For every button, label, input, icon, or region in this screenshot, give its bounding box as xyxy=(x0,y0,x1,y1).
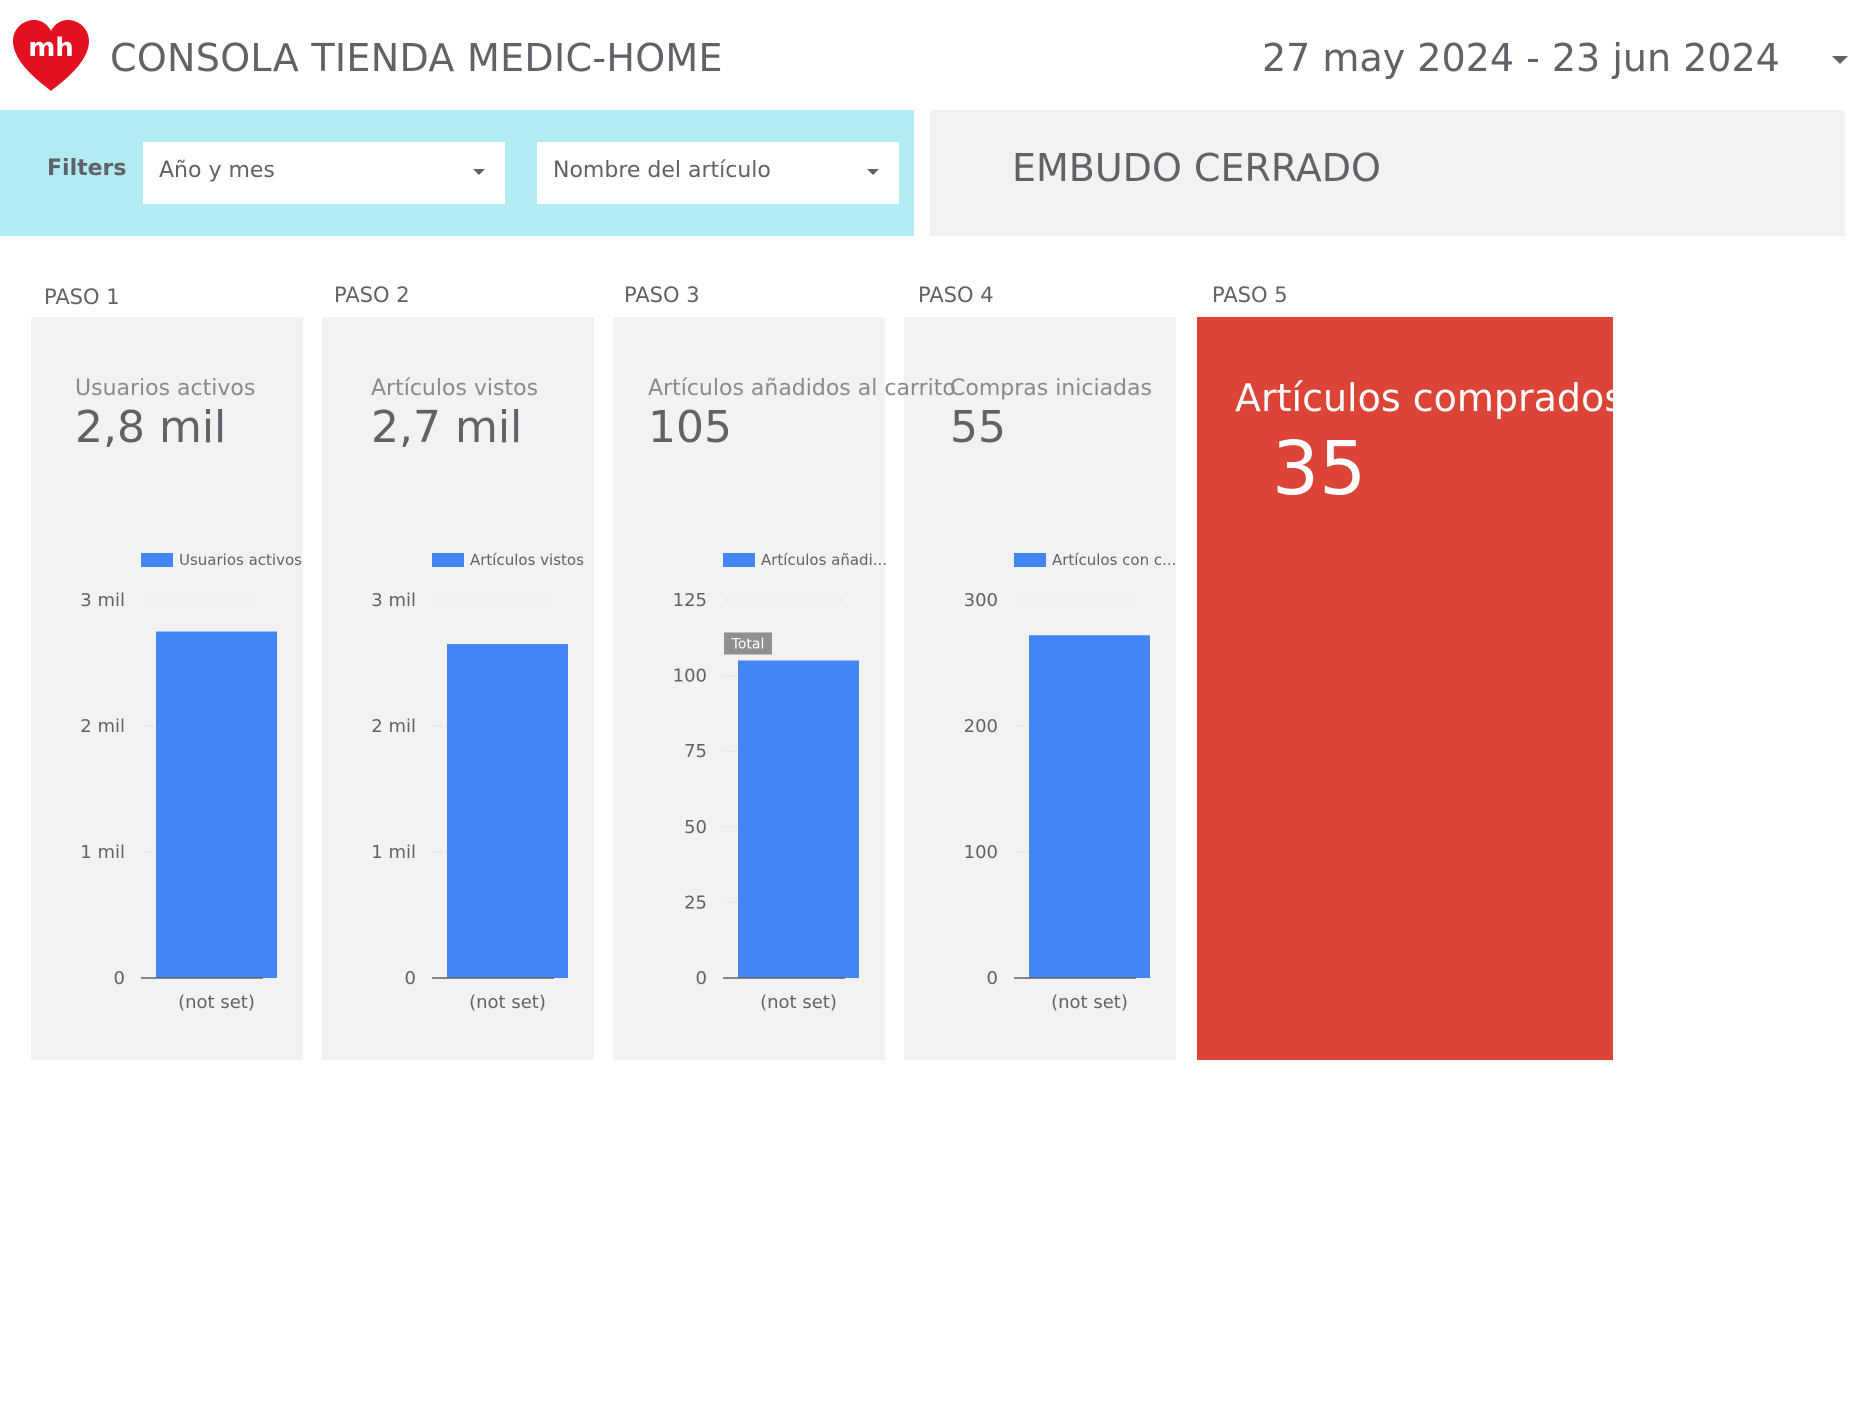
y-tick-label: 0 xyxy=(405,968,416,989)
y-tick-label: 2 mil xyxy=(80,716,125,737)
legend-label: Usuarios activos xyxy=(179,551,302,569)
date-range-picker[interactable]: 27 may 2024 - 23 jun 2024 xyxy=(1262,36,1780,80)
step-label-5: PASO 5 xyxy=(1212,283,1288,307)
y-tick-label: 300 xyxy=(964,590,998,611)
x-category-label: (not set) xyxy=(760,992,837,1013)
step-card-5 xyxy=(1197,317,1613,1060)
legend-label: Artículos añadi... xyxy=(761,551,887,569)
kpi-value: 35 xyxy=(1272,426,1367,512)
kpi-label: Usuarios activos xyxy=(75,376,256,401)
bar-chart-usuarios-activos: Usuarios activos 0 1 mil 2 mil 3 mil (not set… xyxy=(80,551,302,1013)
y-tick-label: 25 xyxy=(684,892,707,913)
step-label-4: PASO 4 xyxy=(918,283,994,307)
kpi-value: 2,7 mil xyxy=(371,402,523,453)
filter-year-month-dropdown[interactable]: Año y mes xyxy=(143,142,505,204)
logo-text: mh xyxy=(28,33,74,63)
dropdown-label: Año y mes xyxy=(159,158,275,183)
step-label-3: PASO 3 xyxy=(624,283,700,307)
x-category-label: (not set) xyxy=(469,992,546,1013)
bar xyxy=(1029,635,1150,978)
kpi-label: Artículos añadidos al carrito xyxy=(648,376,956,401)
y-tick-label: 75 xyxy=(684,741,707,762)
bar xyxy=(447,644,568,978)
kpi-value: 105 xyxy=(648,402,732,453)
legend-swatch xyxy=(432,553,464,567)
legend-label: Artículos con c... xyxy=(1052,551,1176,569)
bar-chart-articulos-anadidos: Artículos añadi... 0 25 50 75 100 125 (not set)… xyxy=(673,551,887,1013)
y-tick-label: 0 xyxy=(114,968,125,989)
y-tick-label: 3 mil xyxy=(80,590,125,611)
y-tick-label: 3 mil xyxy=(371,590,416,611)
legend-swatch xyxy=(141,553,173,567)
filters-label: Filters xyxy=(47,156,127,181)
date-range-dropdown-icon[interactable] xyxy=(1832,56,1848,64)
kpi-label: Artículos vistos xyxy=(371,376,539,401)
kpi-value: 2,8 mil xyxy=(75,402,227,453)
chevron-down-icon xyxy=(867,169,879,175)
y-tick-label: 125 xyxy=(673,590,707,611)
bar-chart-articulos-vistos: Artículos vistos 0 1 mil 2 mil 3 mil (not set… xyxy=(371,551,584,1013)
bar-chart-compras-iniciadas: Artículos con c... 0 100 200 300 (not set) xyxy=(964,551,1177,1013)
legend-swatch xyxy=(1014,553,1046,567)
legend-swatch xyxy=(723,553,755,567)
y-tick-label: 50 xyxy=(684,817,707,838)
step-label-1: PASO 1 xyxy=(44,285,120,309)
y-tick-label: 2 mil xyxy=(371,716,416,737)
bar xyxy=(156,631,277,978)
tooltip-label: Total xyxy=(731,636,765,652)
dropdown-label: Nombre del artículo xyxy=(553,158,771,183)
chevron-down-icon xyxy=(473,169,485,175)
y-tick-label: 1 mil xyxy=(371,842,416,863)
y-tick-label: 100 xyxy=(673,666,707,687)
kpi-value: 55 xyxy=(950,402,1006,453)
y-tick-label: 1 mil xyxy=(80,842,125,863)
bar xyxy=(738,660,859,978)
x-category-label: (not set) xyxy=(178,992,255,1013)
legend-label: Artículos vistos xyxy=(470,551,584,569)
y-tick-label: 0 xyxy=(696,968,707,989)
funnel-title: EMBUDO CERRADO xyxy=(1012,146,1381,190)
filter-item-name-dropdown[interactable]: Nombre del artículo xyxy=(537,142,899,204)
kpi-label: Compras iniciadas xyxy=(950,376,1152,401)
medic-home-logo: mh xyxy=(13,20,89,91)
y-tick-label: 200 xyxy=(964,716,998,737)
step-label-2: PASO 2 xyxy=(334,283,410,307)
y-tick-label: 100 xyxy=(964,842,998,863)
app-title: CONSOLA TIENDA MEDIC-HOME xyxy=(110,36,723,80)
kpi-label: Artículos comprados xyxy=(1235,376,1625,420)
x-category-label: (not set) xyxy=(1051,992,1128,1013)
y-tick-label: 0 xyxy=(987,968,998,989)
